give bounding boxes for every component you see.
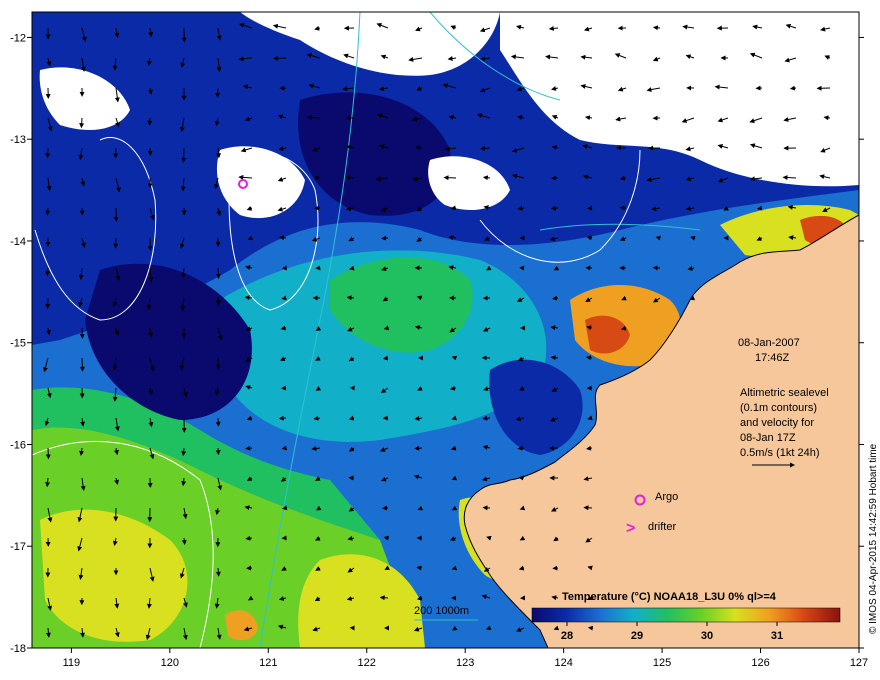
velocity-arrow <box>652 25 661 31</box>
velocity-arrow <box>245 445 253 451</box>
lat-tick-label: -13 <box>10 134 26 146</box>
velocity-arrow <box>379 595 389 601</box>
velocity-arrow <box>306 115 321 121</box>
velocity-arrow <box>281 295 287 301</box>
velocity-arrow <box>215 267 221 280</box>
velocity-arrow <box>147 117 153 126</box>
time-label: 17:46Z <box>755 352 790 364</box>
lon-tick-label: 127 <box>850 657 868 669</box>
sst-plot-area <box>32 12 859 648</box>
lon-tick-label: 120 <box>161 657 179 669</box>
velocity-arrow <box>45 207 51 216</box>
velocity-arrow <box>416 565 423 571</box>
drifter-legend-icon: > <box>626 520 635 537</box>
velocity-arrow <box>215 567 221 577</box>
lon-tick-label: 121 <box>259 657 277 669</box>
velocity-arrow <box>482 415 491 421</box>
lon-tick-label: 125 <box>653 657 671 669</box>
sst-map: 119 120 121 122 123 124 125 126 127 -12 -13 -14 -15… <box>10 11 879 669</box>
velocity-arrow <box>113 237 119 249</box>
velocity-arrow <box>215 297 221 306</box>
velocity-arrow <box>443 175 457 181</box>
velocity-arrow <box>482 175 491 181</box>
lon-tick-label: 122 <box>358 657 376 669</box>
velocity-arrow <box>782 175 797 181</box>
colorbar-ramp <box>531 607 841 623</box>
velocity-arrow <box>45 147 51 159</box>
description-line: and velocity for <box>740 417 814 429</box>
lat-tick-label: -17 <box>10 541 26 553</box>
velocity-arrow <box>823 115 831 121</box>
colorbar-tick-label: 30 <box>701 630 713 642</box>
date-label: 08-Jan-2007 <box>738 337 800 349</box>
description-line: 08-Jan 17Z <box>740 432 796 444</box>
velocity-arrow <box>414 445 423 451</box>
velocity-arrow <box>278 415 287 421</box>
lon-tick-label: 126 <box>751 657 769 669</box>
lat-tick-label: -15 <box>10 338 26 350</box>
velocity-arrow <box>79 357 85 372</box>
colorbar-tick-label: 28 <box>561 630 573 642</box>
velocity-arrow <box>381 235 389 241</box>
velocity-arrow <box>789 85 797 91</box>
velocity-arrow <box>586 235 593 241</box>
argo-legend-label: Argo <box>655 491 678 503</box>
lat-tick-label: -18 <box>10 643 26 655</box>
description-line: 0.5m/s (1kt 24h) <box>740 447 819 459</box>
lon-tick-label: 119 <box>63 657 81 669</box>
velocity-arrow <box>113 147 119 159</box>
longitude-axis: 119 120 121 122 123 124 125 126 127 <box>63 648 868 669</box>
velocity-arrow <box>282 505 288 511</box>
velocity-arrow <box>45 447 51 460</box>
velocity-arrow <box>550 205 559 211</box>
velocity-arrow <box>313 175 321 181</box>
colorbar-title: Temperature (°C) NOAA18_L3U 0% ql>=4 <box>562 591 777 603</box>
credit-label: © IMOS 04-Apr-2015 14:42:59 Hobart time <box>868 443 879 634</box>
lat-tick-label: -12 <box>10 32 26 44</box>
description-line: Altimetric sealevel <box>740 387 829 399</box>
colorbar-tick-label: 29 <box>631 630 643 642</box>
lat-tick-label: -14 <box>10 236 26 248</box>
velocity-arrow <box>619 205 627 211</box>
velocity-arrow <box>383 535 389 541</box>
velocity-arrow <box>245 535 253 541</box>
velocity-arrow <box>346 295 355 301</box>
velocity-arrow <box>415 145 423 151</box>
velocity-arrow <box>480 145 491 151</box>
velocity-arrow <box>181 537 187 546</box>
velocity-arrow <box>45 267 51 277</box>
velocity-arrow <box>583 505 593 511</box>
colorbar-tick-label: 31 <box>771 630 783 642</box>
velocity-arrow <box>517 445 525 451</box>
lat-tick-label: -16 <box>10 439 26 451</box>
lon-tick-label: 123 <box>456 657 474 669</box>
velocity-arrow <box>273 55 287 61</box>
bathymetry-legend-label: 200 1000m <box>414 605 469 617</box>
velocity-arrow <box>215 87 221 99</box>
velocity-arrow <box>281 445 287 451</box>
velocity-arrow <box>181 447 187 457</box>
description-line: (0.1m contours) <box>740 402 817 414</box>
velocity-arrow <box>552 295 559 301</box>
velocity-arrow <box>382 355 389 361</box>
lon-tick-label: 124 <box>554 657 572 669</box>
drifter-legend-label: drifter <box>648 521 676 533</box>
velocity-arrow <box>79 117 85 129</box>
